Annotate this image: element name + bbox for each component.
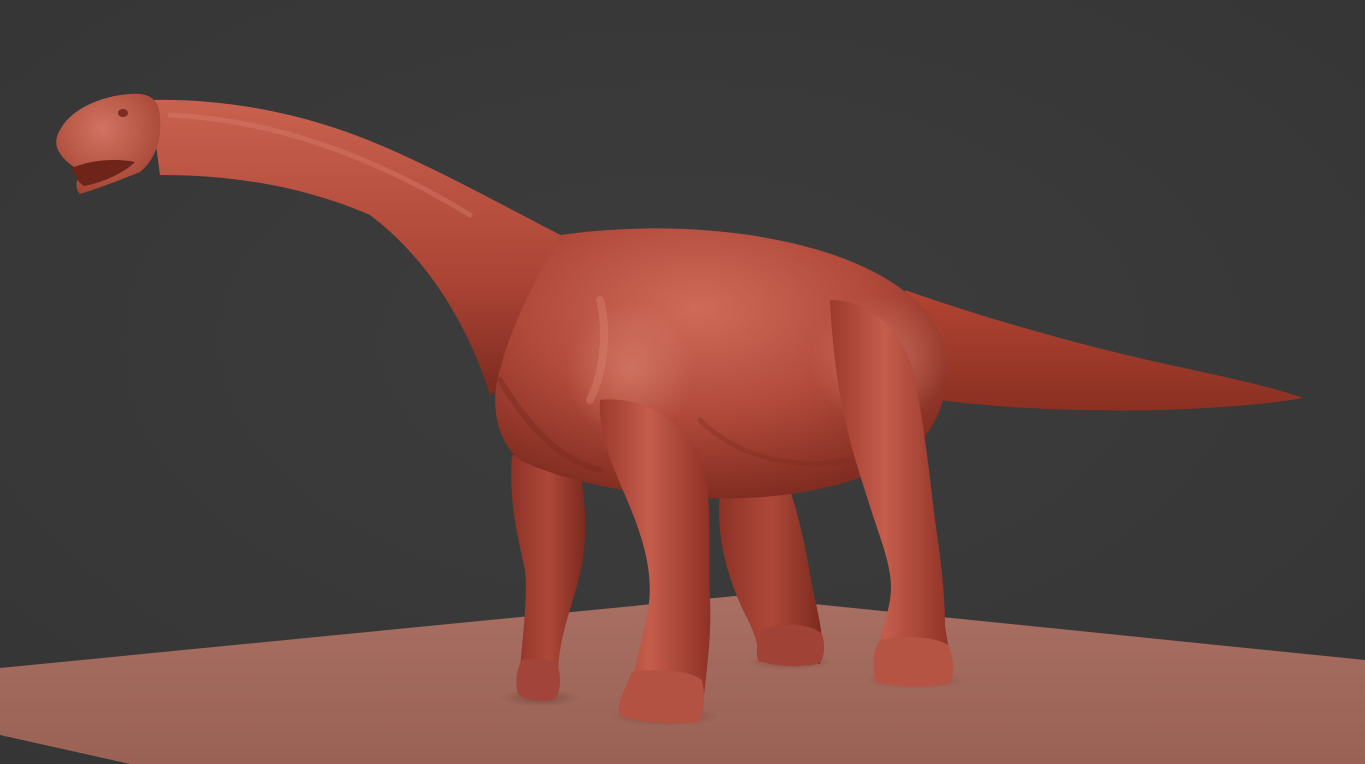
foot-back-far (756, 624, 825, 667)
foot-front-far (516, 658, 560, 701)
eye (118, 109, 128, 117)
foot-back-near (873, 637, 954, 687)
3d-viewport[interactable] (0, 0, 1365, 764)
viewport-canvas[interactable] (0, 0, 1365, 764)
foot-front-near (618, 670, 705, 724)
